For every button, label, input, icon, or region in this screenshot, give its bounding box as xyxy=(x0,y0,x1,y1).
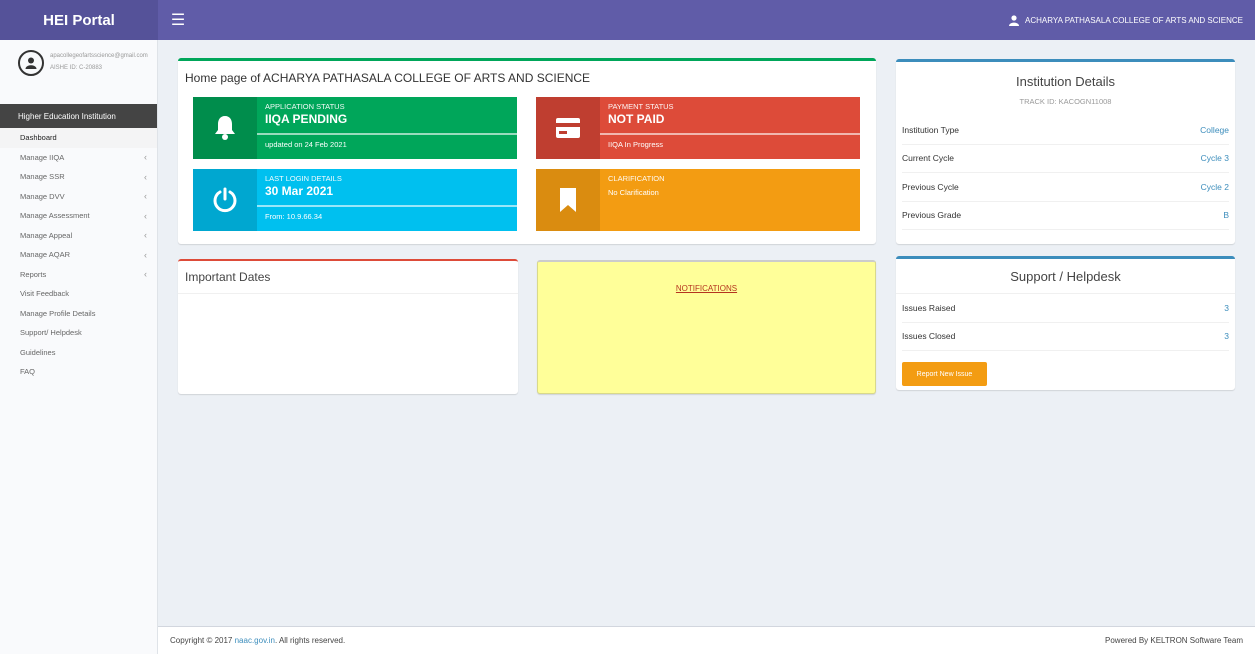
top-navbar: HEI Portal ☰ ACHARYA PATHASALA COLLEGE O… xyxy=(0,0,1255,40)
sidebar-item-faq[interactable]: FAQ xyxy=(0,362,157,382)
sidebar-item-manage-profile[interactable]: Manage Profile Details xyxy=(0,304,157,324)
support-helpdesk-panel: Support / Helpdesk Issues Raised 3 Issues… xyxy=(896,256,1235,390)
sidebar-item-reports[interactable]: Reports ‹ xyxy=(0,265,157,285)
sidebar-item-manage-ssr[interactable]: Manage SSR ‹ xyxy=(0,167,157,187)
panel-title: Important Dates xyxy=(178,261,518,294)
user-email: apacollegeofartsscience@gmail.com xyxy=(50,53,148,59)
user-panel: apacollegeofartsscience@gmail.com AISHE … xyxy=(0,40,157,104)
naac-link[interactable]: naac.gov.in xyxy=(235,636,275,645)
card-label: LAST LOGIN DETAILS xyxy=(265,174,342,183)
card-description: updated on 24 Feb 2021 xyxy=(265,140,347,149)
powered-by: Powered By KELTRON Software Team xyxy=(1105,636,1243,645)
card-value: IIQA PENDING xyxy=(265,112,348,126)
important-dates-panel: Important Dates xyxy=(178,259,518,394)
user-menu[interactable]: ACHARYA PATHASALA COLLEGE OF ARTS AND SC… xyxy=(1009,0,1255,40)
detail-row-current-cycle: Current Cycle Cycle 3 xyxy=(902,145,1229,173)
user-info: apacollegeofartsscience@gmail.com AISHE … xyxy=(50,50,148,74)
hamburger-icon: ☰ xyxy=(170,12,186,29)
application-status-card: APPLICATION STATUS IIQA PENDING updated … xyxy=(193,97,517,159)
copyright: Copyright © 2017 naac.gov.in. All rights… xyxy=(170,636,346,645)
avatar xyxy=(18,50,44,76)
sidebar-toggle-button[interactable]: ☰ xyxy=(158,0,198,40)
card-value: NOT PAID xyxy=(608,112,665,126)
user-icon xyxy=(25,57,37,69)
payment-status-card: PAYMENT STATUS NOT PAID IIQA In Progress xyxy=(536,97,860,159)
progress-bar xyxy=(600,133,860,135)
report-new-issue-button[interactable]: Report New Issue xyxy=(902,362,987,386)
detail-row-institution-type: Institution Type College xyxy=(902,116,1229,145)
credit-card-icon xyxy=(556,118,580,138)
footer: Copyright © 2017 naac.gov.in. All rights… xyxy=(158,626,1255,654)
sidebar-section-header: Higher Education Institution xyxy=(0,104,157,128)
sidebar-item-manage-dvv[interactable]: Manage DVV ‹ xyxy=(0,187,157,207)
chevron-left-icon: ‹ xyxy=(144,171,147,182)
sidebar-item-manage-aqar[interactable]: Manage AQAR ‹ xyxy=(0,245,157,265)
sidebar-item-visit-feedback[interactable]: Visit Feedback xyxy=(0,284,157,304)
panel-title: Institution Details xyxy=(1016,74,1115,89)
track-id: TRACK ID: KACOGN11008 xyxy=(1019,97,1112,106)
notifications-panel: NOTIFICATIONS xyxy=(537,260,876,394)
user-name: ACHARYA PATHASALA COLLEGE OF ARTS AND SC… xyxy=(1025,15,1243,25)
issues-closed-row: Issues Closed 3 xyxy=(902,323,1229,351)
chevron-left-icon: ‹ xyxy=(144,269,147,280)
sidebar-item-guidelines[interactable]: Guidelines xyxy=(0,343,157,363)
card-description: IIQA In Progress xyxy=(608,140,664,149)
power-icon xyxy=(213,187,237,213)
card-label: APPLICATION STATUS xyxy=(265,102,345,111)
card-label: PAYMENT STATUS xyxy=(608,102,674,111)
home-panel: Home page of ACHARYA PATHASALA COLLEGE O… xyxy=(178,58,876,244)
chevron-left-icon: ‹ xyxy=(144,152,147,163)
page-title: Home page of ACHARYA PATHASALA COLLEGE O… xyxy=(185,71,591,85)
chevron-left-icon: ‹ xyxy=(144,249,147,260)
notifications-link[interactable]: NOTIFICATIONS xyxy=(538,284,875,293)
brand-logo[interactable]: HEI Portal xyxy=(0,0,158,40)
user-icon xyxy=(1009,14,1019,26)
sidebar-item-manage-appeal[interactable]: Manage Appeal ‹ xyxy=(0,226,157,246)
sidebar-item-manage-assessment[interactable]: Manage Assessment ‹ xyxy=(0,206,157,226)
card-description: From: 10.9.66.34 xyxy=(265,212,323,221)
issues-raised-row: Issues Raised 3 xyxy=(902,294,1229,323)
panel-title: Support / Helpdesk xyxy=(896,259,1235,294)
sidebar: apacollegeofartsscience@gmail.com AISHE … xyxy=(0,40,158,654)
institution-details-panel: Institution Details TRACK ID: KACOGN1100… xyxy=(896,59,1235,244)
clarification-card: CLARIFICATION No Clarification xyxy=(536,169,860,231)
card-label: CLARIFICATION xyxy=(608,174,665,183)
bookmark-icon xyxy=(560,188,576,212)
chevron-left-icon: ‹ xyxy=(144,230,147,241)
sidebar-menu: Dashboard Manage IIQA ‹ Manage SSR ‹ Manag… xyxy=(0,128,157,382)
bell-icon xyxy=(215,116,235,140)
progress-bar xyxy=(257,205,517,207)
sidebar-item-support[interactable]: Support/ Helpdesk xyxy=(0,323,157,343)
sidebar-item-dashboard[interactable]: Dashboard xyxy=(0,128,157,148)
chevron-left-icon: ‹ xyxy=(144,210,147,221)
card-description: No Clarification xyxy=(608,188,659,197)
chevron-left-icon: ‹ xyxy=(144,191,147,202)
detail-row-previous-cycle: Previous Cycle Cycle 2 xyxy=(902,173,1229,202)
card-value: 30 Mar 2021 xyxy=(265,184,334,198)
last-login-card: LAST LOGIN DETAILS 30 Mar 2021 From: 10.… xyxy=(193,169,517,231)
sidebar-item-manage-iiqa[interactable]: Manage IIQA ‹ xyxy=(0,148,157,168)
detail-row-previous-grade: Previous Grade B xyxy=(902,202,1229,230)
progress-bar xyxy=(257,133,517,135)
aishe-id: AISHE ID: C-20883 xyxy=(50,65,103,71)
